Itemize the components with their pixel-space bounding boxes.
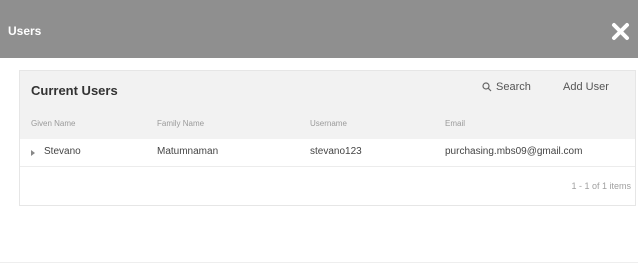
column-header-family-name[interactable]: Family Name	[157, 119, 204, 128]
column-header-username[interactable]: Username	[310, 119, 347, 128]
family-name-cell: Matumnaman	[157, 146, 219, 157]
table-row[interactable]: Stevano Matumnaman stevano123 purchasing…	[20, 141, 635, 167]
panel-header: Current Users Search Add User Given Name…	[20, 71, 635, 139]
add-user-button[interactable]: Add User	[563, 81, 609, 93]
modal-title: Users	[8, 24, 42, 38]
column-header-given-name[interactable]: Given Name	[31, 119, 75, 128]
username-cell: stevano123	[310, 146, 362, 157]
search-button[interactable]: Search	[482, 81, 531, 93]
divider	[0, 262, 638, 263]
search-label: Search	[496, 81, 531, 93]
close-icon	[612, 23, 629, 40]
given-name-cell: Stevano	[44, 146, 81, 157]
modal-header: Users	[0, 0, 638, 58]
expand-arrow-icon[interactable]	[31, 150, 35, 156]
email-cell: purchasing.mbs09@gmail.com	[445, 146, 583, 157]
panel-title: Current Users	[31, 83, 118, 98]
users-panel: Current Users Search Add User Given Name…	[19, 70, 636, 206]
pager-info: 1 - 1 of 1 items	[571, 181, 631, 191]
close-button[interactable]	[610, 20, 632, 42]
search-icon	[482, 82, 492, 92]
column-header-email[interactable]: Email	[445, 119, 465, 128]
